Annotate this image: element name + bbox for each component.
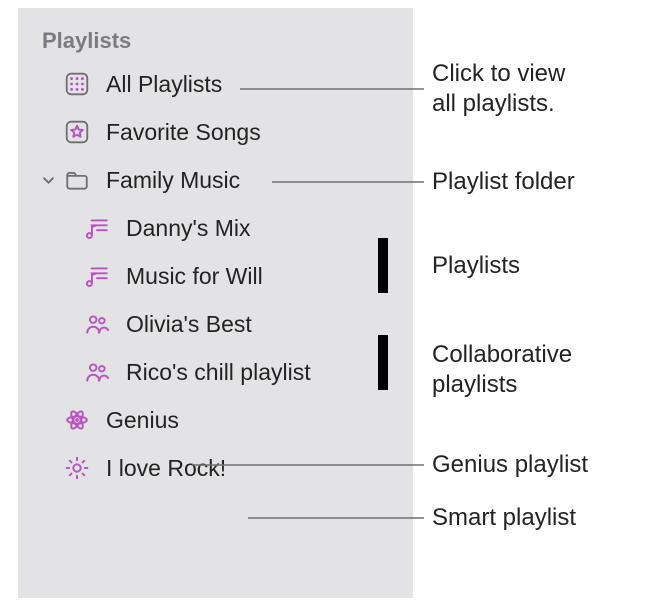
star-icon — [62, 117, 92, 147]
sidebar-item-label: Rico's chill playlist — [126, 359, 393, 386]
annotation-playlists: Playlists — [432, 251, 520, 281]
annotation-folder: Playlist folder — [432, 167, 575, 197]
sidebar-item-dannys-mix[interactable]: Danny's Mix — [28, 204, 403, 252]
chevron-down-icon[interactable] — [38, 174, 58, 187]
playlists-sidebar: Playlists All Playlists — [18, 8, 413, 598]
annotation-smart: Smart playlist — [432, 503, 576, 533]
sidebar-item-olivias-best[interactable]: Olivia's Best — [28, 300, 403, 348]
sidebar-item-music-for-will[interactable]: Music for Will — [28, 252, 403, 300]
annotation-collab: Collaborativeplaylists — [432, 340, 572, 400]
genius-icon — [62, 405, 92, 435]
section-title: Playlists — [28, 28, 403, 60]
sidebar-item-favorite-songs[interactable]: Favorite Songs — [28, 108, 403, 156]
annotation-genius: Genius playlist — [432, 450, 588, 480]
playlist-icon — [82, 261, 112, 291]
gear-icon — [62, 453, 92, 483]
playlist-icon — [82, 213, 112, 243]
collaborative-icon — [82, 309, 112, 339]
sidebar-item-label: Genius — [106, 407, 393, 434]
sidebar-item-label: I love Rock! — [106, 455, 393, 482]
sidebar-item-genius[interactable]: Genius — [28, 396, 403, 444]
sidebar-item-label: Olivia's Best — [126, 311, 393, 338]
grid-icon — [62, 69, 92, 99]
sidebar-item-all-playlists[interactable]: All Playlists — [28, 60, 403, 108]
sidebar-item-label: Favorite Songs — [106, 119, 393, 146]
collaborative-icon — [82, 357, 112, 387]
annotation-all-playlists: Click to viewall playlists. — [432, 59, 565, 119]
sidebar-item-ricos-chill[interactable]: Rico's chill playlist — [28, 348, 403, 396]
folder-icon — [62, 165, 92, 195]
sidebar-item-label: All Playlists — [106, 71, 393, 98]
sidebar-item-label: Family Music — [106, 167, 393, 194]
sidebar-item-label: Music for Will — [126, 263, 393, 290]
sidebar-item-label: Danny's Mix — [126, 215, 393, 242]
sidebar-item-family-music[interactable]: Family Music — [28, 156, 403, 204]
sidebar-item-i-love-rock[interactable]: I love Rock! — [28, 444, 403, 492]
